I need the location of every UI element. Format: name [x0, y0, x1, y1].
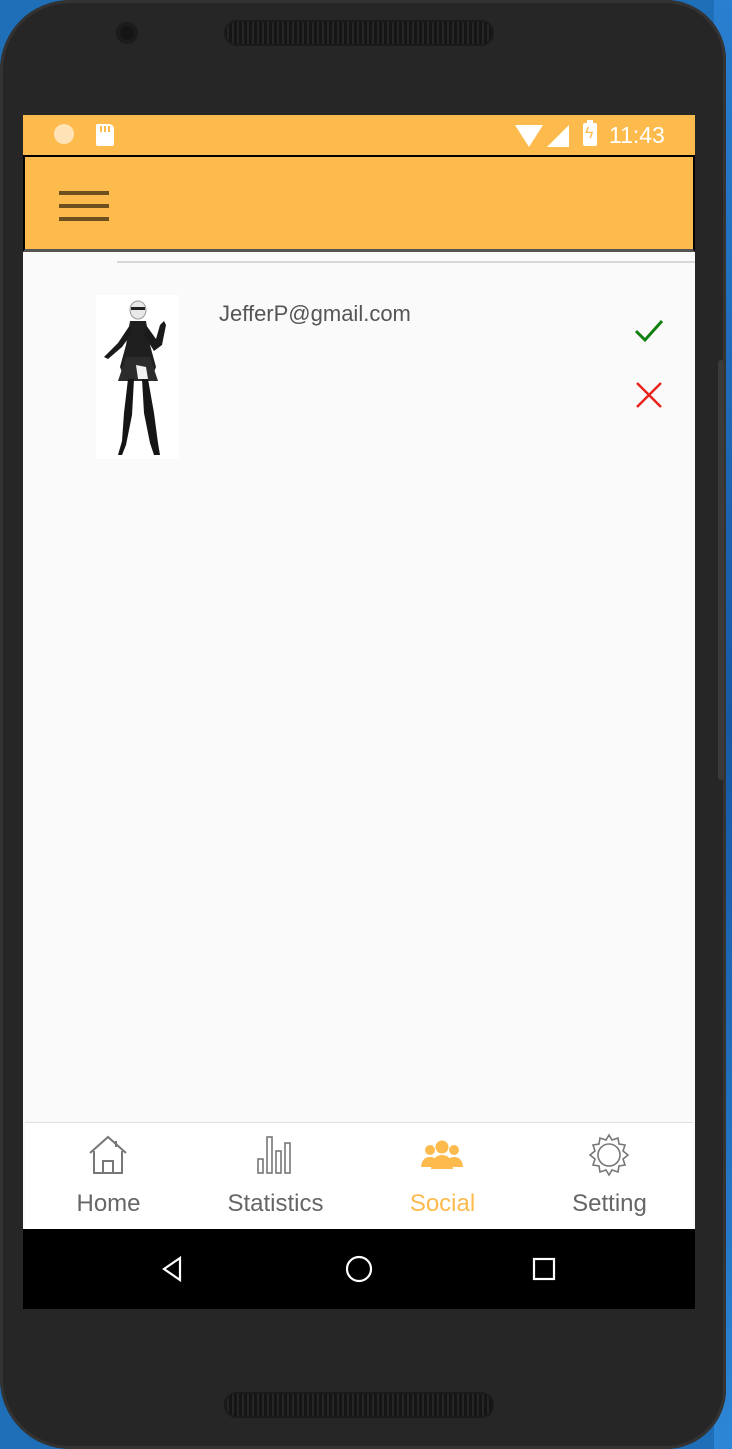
- status-time: 11:43: [609, 122, 665, 148]
- check-icon: [634, 319, 664, 343]
- people-icon: [421, 1140, 463, 1169]
- nav-setting[interactable]: Setting: [526, 1123, 693, 1230]
- status-bar: ϟ 11:43: [23, 115, 695, 155]
- recents-button[interactable]: [529, 1254, 559, 1284]
- recents-square-icon: [532, 1257, 556, 1281]
- app-bar: [23, 155, 695, 252]
- request-email: JefferP@gmail.com: [219, 301, 411, 326]
- nav-social-label: Social: [409, 1190, 476, 1217]
- notification-dot-icon: [54, 124, 74, 144]
- list-divider: [117, 261, 695, 263]
- nav-social[interactable]: Social: [359, 1123, 526, 1230]
- back-triangle-icon: [162, 1255, 182, 1283]
- nav-home[interactable]: Home: [25, 1123, 192, 1230]
- accept-request-button[interactable]: [631, 312, 667, 348]
- friend-request-item: JefferP@gmail.com: [23, 295, 695, 465]
- top-speaker: [224, 20, 494, 46]
- phone-frame: ϟ 11:43 JefferP@gmail.com Home Statistic…: [0, 0, 726, 1449]
- back-button[interactable]: [158, 1254, 188, 1284]
- front-camera: [116, 22, 138, 44]
- home-icon: [89, 1135, 127, 1174]
- home-button[interactable]: [344, 1254, 374, 1284]
- bottom-navigation: Home Statistics Social Setting: [25, 1122, 693, 1230]
- home-circle-icon: [345, 1255, 373, 1283]
- character-figure-avatar: [104, 300, 166, 455]
- android-navigation-bar: [23, 1229, 695, 1309]
- sd-card-icon: [96, 124, 114, 146]
- nav-setting-label: Setting: [572, 1190, 647, 1217]
- gear-icon: [588, 1133, 630, 1177]
- hamburger-menu-icon[interactable]: [59, 191, 109, 223]
- user-avatar: [96, 295, 179, 459]
- charging-bolt-icon: ϟ: [585, 125, 594, 142]
- wifi-icon: [515, 125, 543, 147]
- nav-statistics-label: Statistics: [227, 1190, 324, 1217]
- phone-side-button: [718, 360, 724, 780]
- bar-chart-icon: [257, 1136, 291, 1174]
- bottom-speaker: [224, 1392, 494, 1418]
- close-icon: [636, 382, 662, 408]
- cell-signal-icon: [547, 125, 569, 147]
- app-screen: ϟ 11:43 JefferP@gmail.com Home Statistic…: [23, 115, 695, 1309]
- nav-home-label: Home: [76, 1190, 141, 1217]
- battery-charging-icon: ϟ: [583, 120, 597, 146]
- nav-statistics[interactable]: Statistics: [192, 1123, 359, 1230]
- reject-request-button[interactable]: [631, 377, 667, 413]
